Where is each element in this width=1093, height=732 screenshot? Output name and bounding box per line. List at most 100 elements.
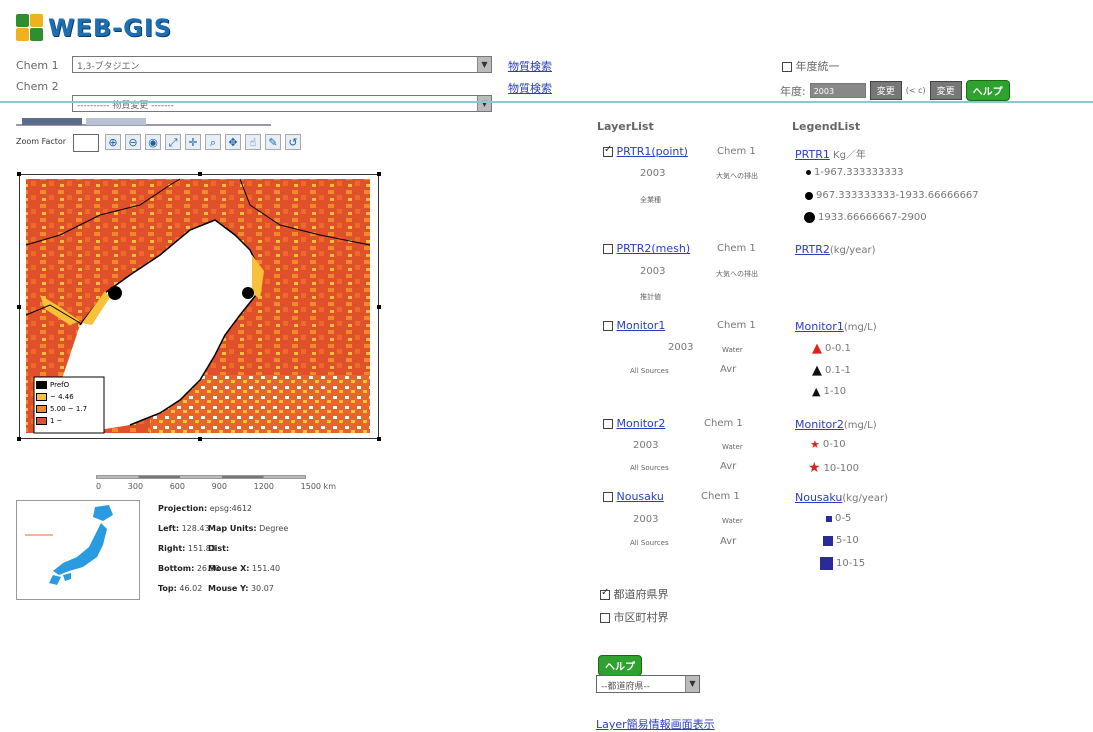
boundary-prefecture-option[interactable]: 都道府県界 xyxy=(600,586,669,602)
zoom-out-icon[interactable]: ⊖ xyxy=(125,134,141,150)
mouse-y-info: Mouse Y: 30.07 xyxy=(208,584,274,593)
layer-item-nousaku: Nousaku xyxy=(603,490,664,503)
map-canvas[interactable]: PrefO ~ 4.46 5.00 ~ 1.7 1 ~ xyxy=(17,172,381,441)
dot-medium-icon xyxy=(805,191,813,200)
layer-chem: Chem 1 xyxy=(717,243,756,254)
layer-link-monitor1[interactable]: Monitor1 xyxy=(617,319,666,332)
legend-title-nousaku: Nousaku(kg/year) xyxy=(795,491,889,504)
scale-label: 900 xyxy=(211,482,227,491)
legend-item: 1-967.333333333 xyxy=(806,167,904,178)
year-apply-button-2[interactable]: 変更 xyxy=(929,81,962,100)
boundary-municipality-option[interactable]: 市区町村界 xyxy=(600,609,669,625)
resize-handle[interactable] xyxy=(17,437,21,441)
map-legend-item: ~ 4.46 xyxy=(50,393,74,401)
resize-handle[interactable] xyxy=(198,437,202,441)
layer-year: 2003 xyxy=(633,440,659,451)
chem1-search-link[interactable]: 物質検索 xyxy=(508,58,552,74)
layer-detail: Water xyxy=(722,443,743,451)
legend-item: 1933.66666667-2900 xyxy=(804,212,927,223)
extent-icon[interactable]: ⤢ xyxy=(165,134,181,150)
square-medium-icon xyxy=(823,535,833,546)
layer-extra: Avr xyxy=(720,461,737,472)
legend-item: 0-5 xyxy=(826,513,851,524)
layer-checkbox[interactable] xyxy=(603,244,613,254)
year-label: 年度: xyxy=(780,84,806,98)
legend-link-monitor2[interactable]: Monitor2 xyxy=(795,418,844,431)
resize-handle[interactable] xyxy=(17,172,21,176)
chem2-search-link[interactable]: 物質検索 xyxy=(508,80,552,96)
year-unify-option[interactable]: 年度統一 xyxy=(782,58,840,74)
layer-item-prtr1: PRTR1(point) xyxy=(603,144,688,158)
layer-detail: Water xyxy=(722,346,743,354)
scale-label: 0 xyxy=(96,482,102,491)
help-button-2[interactable]: ヘルプ xyxy=(598,655,642,676)
logo-text: WEB-GIS xyxy=(48,14,173,42)
map-tabs xyxy=(16,118,271,126)
layer-detail: Water xyxy=(722,517,743,525)
scale-label: 1500 km xyxy=(300,482,336,491)
square-large-icon xyxy=(820,557,833,570)
chevron-down-icon: ▼ xyxy=(477,57,491,72)
japan-overview-image[interactable] xyxy=(17,501,139,599)
map-legend-item: PrefO xyxy=(50,381,70,389)
help-button[interactable]: ヘルプ xyxy=(965,80,1010,101)
tab-1[interactable] xyxy=(22,118,82,125)
overview-map[interactable] xyxy=(16,500,140,600)
layer-checkbox[interactable] xyxy=(603,321,613,331)
zoom-in-icon[interactable]: ⊕ xyxy=(105,134,121,150)
layer-extra: Avr xyxy=(720,536,737,547)
legend-link-monitor1[interactable]: Monitor1 xyxy=(795,320,844,333)
identify-icon[interactable]: ✥ xyxy=(225,134,241,150)
hand-icon[interactable]: ☝ xyxy=(245,134,261,150)
layer-link-prtr2[interactable]: PRTR2(mesh) xyxy=(617,242,691,255)
year-select[interactable]: 2003 xyxy=(809,83,866,98)
boundary-prefecture-checkbox[interactable] xyxy=(600,587,610,600)
layer-link-monitor2[interactable]: Monitor2 xyxy=(617,417,666,430)
chem1-label: Chem 1 xyxy=(16,59,59,72)
layer-item-monitor2: Monitor2 xyxy=(603,417,665,430)
layer-item-monitor1: Monitor1 xyxy=(603,319,665,332)
layer-checkbox[interactable] xyxy=(603,144,613,157)
legend-link-nousaku[interactable]: Nousaku xyxy=(795,491,842,504)
layer-checkbox[interactable] xyxy=(603,492,613,502)
legend-item: ★ 0-10 xyxy=(810,438,846,451)
find-icon[interactable]: ⌕ xyxy=(205,134,221,150)
prefecture-select[interactable]: --都道府県-- ▼ xyxy=(596,675,700,693)
year-unify-checkbox[interactable] xyxy=(782,62,792,72)
triangle-red-icon: ▲ xyxy=(812,341,822,356)
legend-list-title: LegendList xyxy=(792,120,861,133)
refresh-icon[interactable]: ↺ xyxy=(285,134,301,150)
tab-2[interactable] xyxy=(86,118,146,125)
chem1-value: 1,3-ブタジエン xyxy=(77,62,140,72)
measure-icon[interactable]: ✎ xyxy=(265,134,281,150)
resize-handle[interactable] xyxy=(17,305,21,309)
scale-label: 1200 xyxy=(253,482,274,491)
year-apply-button[interactable]: 変更 xyxy=(869,81,902,100)
resize-handle[interactable] xyxy=(377,437,381,441)
chem1-select[interactable]: 1,3-ブタジエン ▼ xyxy=(72,56,492,73)
scale-label: 600 xyxy=(169,482,185,491)
layer-detail: 大気への排出 xyxy=(716,270,758,278)
layer-sub: All Sources xyxy=(630,367,669,375)
pan-cross-icon[interactable]: ✛ xyxy=(185,134,201,150)
resize-handle[interactable] xyxy=(198,172,202,176)
legend-item: ▲ 0.1-1 xyxy=(812,363,851,378)
legend-link-prtr2[interactable]: PRTR2 xyxy=(795,243,830,256)
layer-checkbox[interactable] xyxy=(603,419,613,429)
triangle-black-icon: ▲ xyxy=(812,363,822,378)
zoom-factor-input[interactable] xyxy=(73,134,99,152)
zoom-full-icon[interactable]: ◉ xyxy=(145,134,161,150)
year-unify-label: 年度統一 xyxy=(795,60,840,73)
layer-chem: Chem 1 xyxy=(717,146,756,157)
layer-link-nousaku[interactable]: Nousaku xyxy=(617,490,664,503)
chem2-label: Chem 2 xyxy=(16,80,59,93)
legend-link-prtr1[interactable]: PRTR1 xyxy=(795,148,830,161)
layer-link-prtr1[interactable]: PRTR1(point) xyxy=(617,145,688,158)
layer-sub: 全業種 xyxy=(640,196,661,204)
layer-info-link[interactable]: Layer簡易情報画面表示 xyxy=(596,716,715,732)
resize-handle[interactable] xyxy=(377,305,381,309)
resize-handle[interactable] xyxy=(377,172,381,176)
projection-info: Projection: epsg:4612 xyxy=(158,504,253,513)
chem2-select[interactable]: ---------- 物質変更 ------- ▼ xyxy=(72,95,492,112)
boundary-municipality-checkbox[interactable] xyxy=(600,613,610,623)
